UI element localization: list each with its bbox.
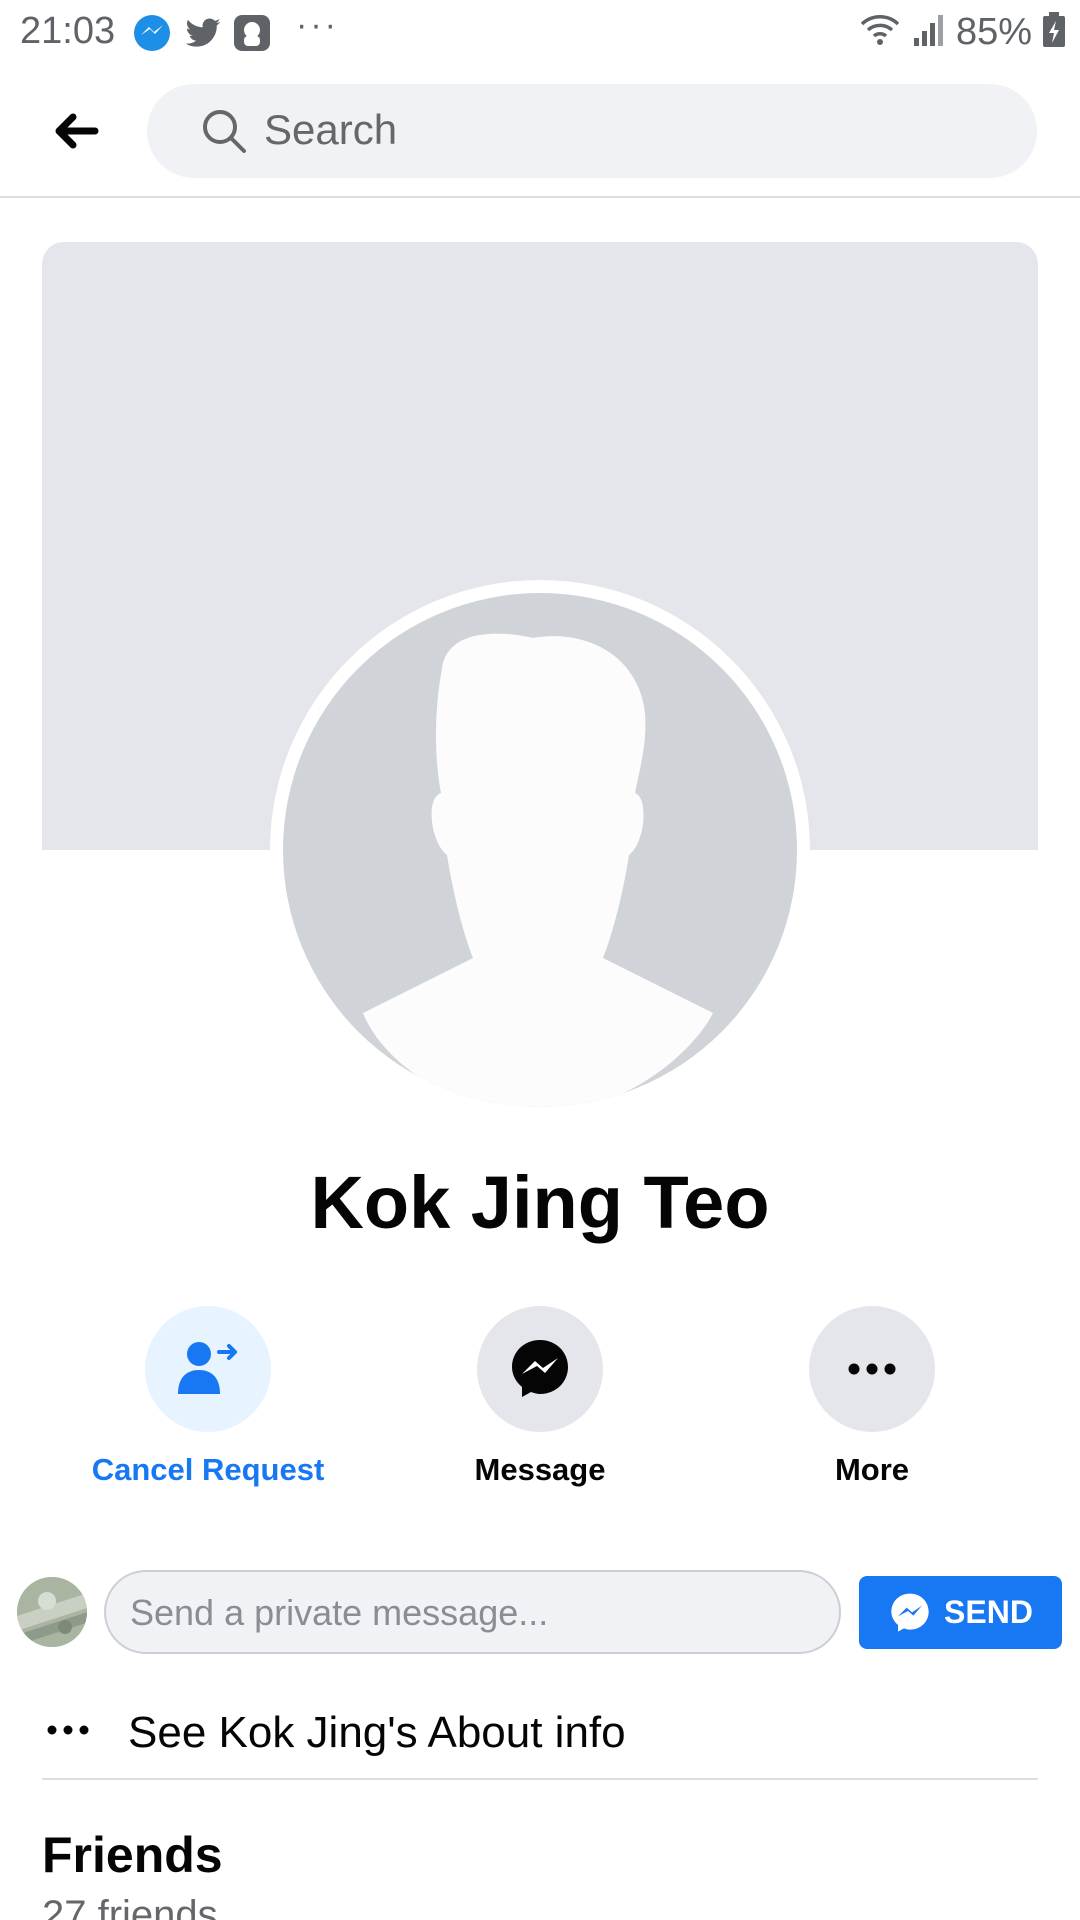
profile-picture[interactable] <box>283 593 797 1107</box>
more-notifications-indicator: ··· <box>296 6 339 44</box>
send-label: SEND <box>944 1594 1033 1630</box>
status-time: 21:03 <box>20 10 116 52</box>
see-about-info-row[interactable]: See Kok Jing's About info <box>42 1690 1038 1780</box>
my-avatar <box>17 1577 87 1647</box>
profile-name: Kok Jing Teo <box>310 1161 770 1244</box>
message-icon-circle <box>477 1306 603 1432</box>
back-button[interactable] <box>40 96 110 166</box>
my-avatar-image <box>17 1577 87 1647</box>
more-button[interactable]: More <box>742 1306 1002 1506</box>
back-arrow-icon <box>55 113 99 149</box>
app-icon <box>233 14 271 52</box>
messenger-icon <box>512 1340 568 1397</box>
message-label: Message <box>474 1452 606 1487</box>
send-button[interactable]: SEND <box>859 1576 1062 1649</box>
status-right: 85% <box>858 10 1066 54</box>
default-avatar-silhouette <box>363 633 713 1107</box>
more-dots-icon <box>47 1725 89 1735</box>
search-icon <box>203 110 246 153</box>
battery-charging-icon <box>1042 11 1066 53</box>
private-message-input[interactable]: Send a private message... <box>104 1570 841 1654</box>
status-bar: 21:03 ··· 85% <box>0 0 1080 62</box>
battery-percent: 85% <box>955 10 1032 53</box>
more-dots-icon <box>848 1363 896 1375</box>
friends-count[interactable]: 27 friends <box>42 1893 218 1920</box>
more-icon-circle <box>809 1306 935 1432</box>
private-message-placeholder: Send a private message... <box>130 1592 549 1633</box>
search-placeholder: Search <box>264 106 398 153</box>
twitter-icon <box>184 14 222 52</box>
top-bar: Search <box>0 66 1080 198</box>
wifi-icon <box>858 12 902 53</box>
search-input[interactable]: Search <box>147 84 1037 178</box>
cancel-request-icon-circle <box>145 1306 271 1432</box>
messenger-app-icon <box>133 14 171 52</box>
message-button[interactable]: Message <box>410 1306 670 1506</box>
friends-heading: Friends <box>42 1827 223 1883</box>
messenger-icon <box>891 1593 929 1632</box>
cancel-request-label: Cancel Request <box>91 1452 325 1487</box>
cancel-request-button[interactable]: Cancel Request <box>78 1306 338 1506</box>
signal-icon <box>912 12 946 53</box>
see-about-info-label: See Kok Jing's About info <box>128 1708 626 1757</box>
more-label: More <box>834 1452 910 1487</box>
user-request-icon <box>178 1342 237 1394</box>
